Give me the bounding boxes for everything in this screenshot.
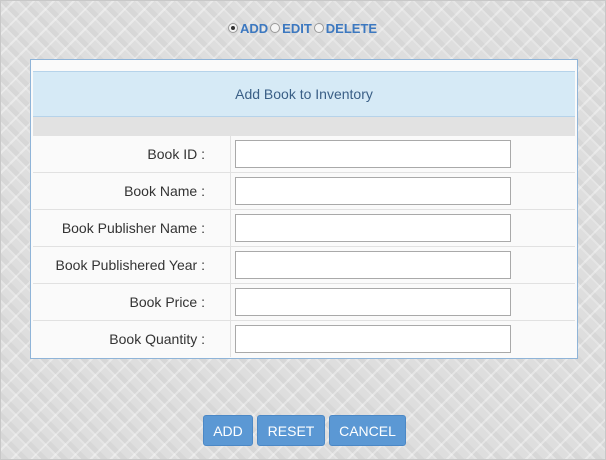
book-id-input[interactable]	[235, 140, 511, 168]
delete-radio[interactable]	[313, 23, 324, 33]
mode-selector: ADD EDIT DELETE	[226, 20, 377, 36]
published-year-input[interactable]	[235, 251, 511, 279]
book-quantity-label: Book Quantity :	[109, 331, 205, 347]
form-row-published-year: Book Publishered Year :	[33, 247, 575, 284]
cancel-button[interactable]: CANCEL	[329, 415, 406, 446]
book-name-label: Book Name :	[124, 183, 205, 199]
mode-option-edit[interactable]: EDIT	[268, 21, 312, 36]
cell-divider	[230, 210, 231, 246]
published-year-label: Book Publishered Year :	[55, 257, 205, 273]
form-row-book-id: Book ID :	[33, 136, 575, 173]
book-name-input[interactable]	[235, 177, 511, 205]
form-rows: Book ID : Book Name : Book Publisher Nam…	[33, 136, 575, 357]
publisher-name-label: Book Publisher Name :	[61, 220, 205, 236]
form-row-publisher-name: Book Publisher Name :	[33, 210, 575, 247]
edit-radio[interactable]	[270, 23, 281, 33]
book-quantity-input[interactable]	[235, 325, 511, 353]
book-price-input[interactable]	[235, 288, 511, 316]
cell-divider	[230, 321, 231, 357]
action-buttons: ADD RESET CANCEL	[203, 415, 406, 446]
add-radio[interactable]	[228, 23, 238, 33]
mode-option-delete[interactable]: DELETE	[312, 21, 377, 36]
form-title: Add Book to Inventory	[33, 71, 575, 117]
cell-divider	[230, 173, 231, 209]
book-price-label: Book Price :	[129, 294, 205, 310]
book-id-label: Book ID :	[147, 146, 205, 162]
reset-button[interactable]: RESET	[257, 415, 325, 446]
panel-spacer	[33, 117, 575, 136]
form-panel: Add Book to Inventory Book ID : Book Nam…	[30, 59, 578, 359]
delete-mode-label[interactable]: DELETE	[326, 21, 377, 36]
cell-divider	[230, 284, 231, 320]
cell-divider	[230, 247, 231, 283]
form-row-book-quantity: Book Quantity :	[33, 321, 575, 357]
mode-option-add[interactable]: ADD	[226, 21, 268, 36]
form-row-book-price: Book Price :	[33, 284, 575, 321]
add-button[interactable]: ADD	[203, 415, 253, 446]
cell-divider	[230, 136, 231, 172]
publisher-name-input[interactable]	[235, 214, 511, 242]
form-row-book-name: Book Name :	[33, 173, 575, 210]
add-mode-label[interactable]: ADD	[240, 21, 268, 36]
edit-mode-label[interactable]: EDIT	[282, 21, 312, 36]
